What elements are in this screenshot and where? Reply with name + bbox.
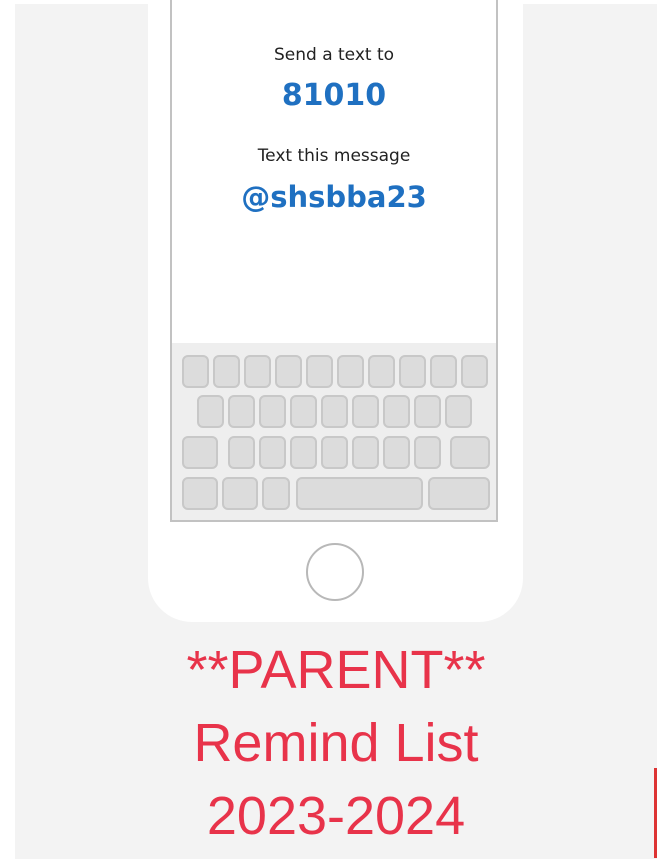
keyboard-key [368,355,395,388]
mic-key [262,477,290,510]
space-key [296,477,423,510]
keyboard-key [414,395,441,428]
keyboard-key [197,395,224,428]
keyboard-key [321,395,348,428]
keyboard-key [430,355,457,388]
phone-screen: Send a text to 81010 Text this message @… [170,0,498,522]
keyboard-key [182,355,209,388]
keyboard-key [290,436,317,469]
keyboard-key [414,436,441,469]
delete-key [450,436,490,469]
numbers-key [182,477,218,510]
caption-line-3: 2023-2024 [206,786,466,846]
globe-key [222,477,258,510]
phone-number: 81010 [281,78,387,113]
caption-line-2: Remind List [193,713,479,773]
keyboard-key [445,395,472,428]
class-code: @shsbba23 [241,180,427,214]
keyboard-key [337,355,364,388]
keyboard-key [383,395,410,428]
keyboard-key [228,395,255,428]
keyboard-key [461,355,488,388]
keyboard-key [383,436,410,469]
message-label: Text this message [257,146,411,166]
caption-line-1: **PARENT** [186,640,486,700]
keyboard-key [259,395,286,428]
keyboard-key [213,355,240,388]
keyboard-key [352,436,379,469]
shift-key [182,436,218,469]
keyboard-key [306,355,333,388]
keyboard [172,343,496,520]
send-text-label: Send a text to [273,45,395,65]
keyboard-key [244,355,271,388]
keyboard-key [321,436,348,469]
keyboard-key [399,355,426,388]
keyboard-key [290,395,317,428]
keyboard-key [259,436,286,469]
keyboard-key [228,436,255,469]
return-key [428,477,490,510]
keyboard-key [352,395,379,428]
home-button [306,543,364,601]
keyboard-key [275,355,302,388]
